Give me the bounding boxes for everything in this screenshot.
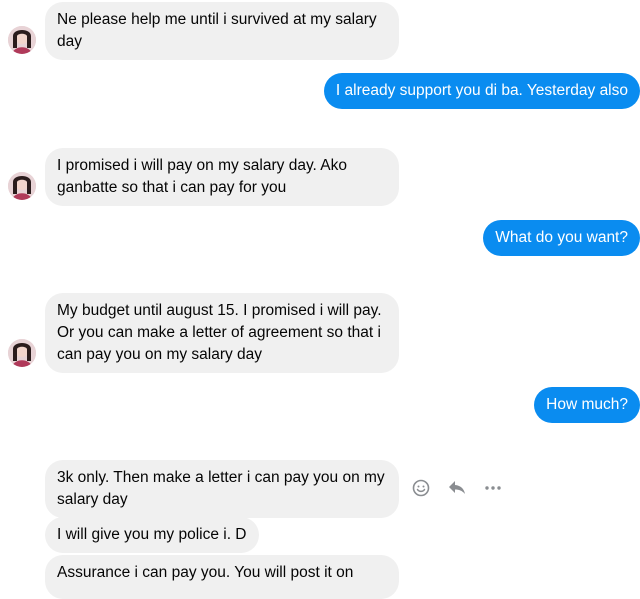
outgoing-message-bubble[interactable]: How much? bbox=[534, 387, 640, 423]
contact-avatar[interactable] bbox=[8, 26, 36, 54]
message-actions bbox=[410, 478, 510, 498]
more-options-button[interactable] bbox=[482, 478, 504, 498]
avatar-photo bbox=[8, 172, 36, 200]
incoming-message-bubble[interactable]: I will give you my police i. D bbox=[45, 517, 259, 553]
contact-avatar[interactable] bbox=[8, 339, 36, 367]
incoming-message-bubble[interactable]: My budget until august 15. I promised i … bbox=[45, 293, 399, 373]
incoming-message-bubble[interactable]: Assurance i can pay you. You will post i… bbox=[45, 555, 399, 599]
react-button[interactable] bbox=[410, 478, 432, 498]
incoming-message-bubble[interactable]: 3k only. Then make a letter i can pay yo… bbox=[45, 460, 399, 518]
more-icon bbox=[485, 486, 501, 490]
chat-thread: Ne please help me until i survived at my… bbox=[0, 0, 640, 599]
contact-avatar[interactable] bbox=[8, 172, 36, 200]
reply-button[interactable] bbox=[446, 478, 468, 498]
outgoing-message-bubble[interactable]: What do you want? bbox=[483, 220, 640, 256]
outgoing-message-bubble[interactable]: I already support you di ba. Yesterday a… bbox=[323, 73, 640, 109]
avatar-photo bbox=[8, 26, 36, 54]
smiley-react-icon bbox=[412, 479, 430, 497]
avatar-photo bbox=[8, 339, 36, 367]
incoming-message-bubble[interactable]: Ne please help me until i survived at my… bbox=[45, 2, 399, 60]
incoming-message-bubble[interactable]: I promised i will pay on my salary day. … bbox=[45, 148, 399, 206]
reply-icon bbox=[449, 481, 465, 494]
